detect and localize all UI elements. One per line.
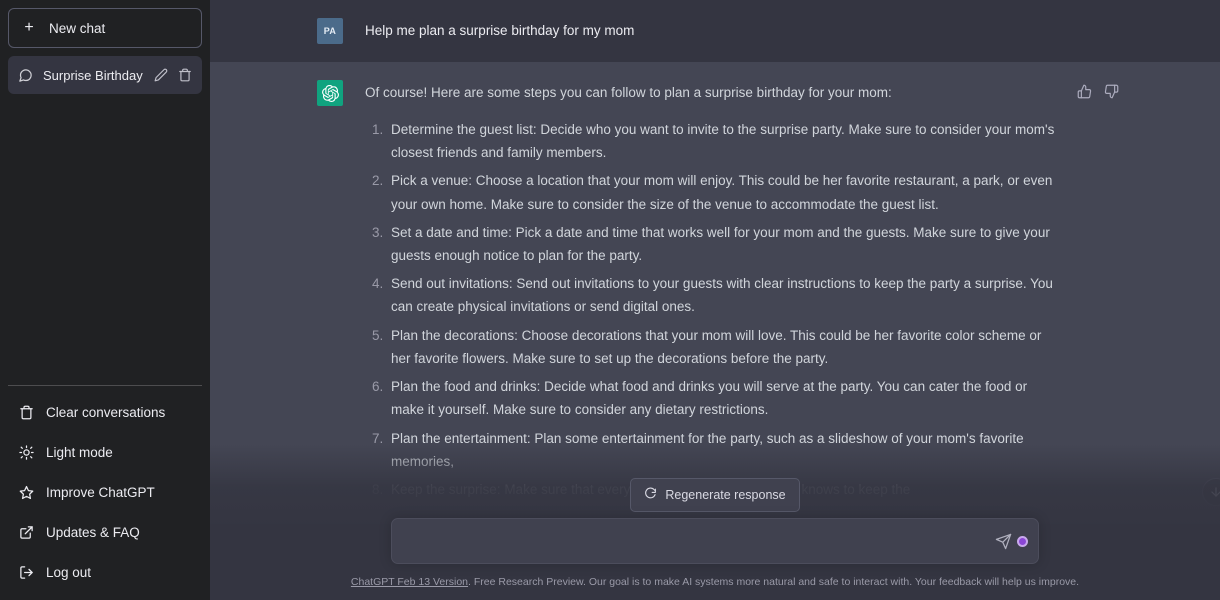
refresh-icon	[644, 487, 657, 503]
assistant-intro-text: Of course! Here are some steps you can f…	[365, 85, 892, 100]
record-dot-icon[interactable]	[1017, 535, 1028, 547]
list-item: Set a date and time: Pick a date and tim…	[387, 221, 1055, 267]
new-chat-label: New chat	[49, 20, 106, 36]
message-actions	[1077, 80, 1125, 506]
list-item: Determine the guest list: Decide who you…	[387, 118, 1055, 164]
composer-wrap	[210, 518, 1220, 565]
list-item: Send out invitations: Send out invitatio…	[387, 272, 1055, 318]
sidebar-footer-menu: Clear conversations Light mode Improve C…	[8, 385, 202, 592]
message-square-icon	[18, 68, 33, 83]
send-icon[interactable]	[995, 533, 1012, 550]
trash-icon[interactable]	[178, 68, 192, 82]
version-link[interactable]: ChatGPT Feb 13 Version	[351, 576, 468, 588]
regenerate-response-label: Regenerate response	[665, 488, 786, 503]
thumbs-down-icon[interactable]	[1104, 84, 1119, 99]
external-link-icon	[18, 524, 34, 540]
conversation-item-surprise-birthday[interactable]: Surprise Birthday Planni	[8, 56, 202, 94]
trash-icon	[18, 404, 34, 420]
new-chat-button[interactable]: + New chat	[8, 8, 202, 48]
regenerate-row: Regenerate response	[210, 478, 1220, 513]
logout-icon	[18, 564, 34, 580]
menu-item-clear-conversations[interactable]: Clear conversations	[8, 392, 202, 432]
composer	[391, 518, 1039, 565]
sidebar: + New chat Surprise Birthday Planni	[0, 0, 210, 600]
menu-item-label: Improve ChatGPT	[46, 484, 155, 500]
menu-item-label: Light mode	[46, 444, 113, 460]
list-item: Pick a venue: Choose a location that you…	[387, 169, 1055, 215]
footer-disclaimer-text: . Free Research Preview. Our goal is to …	[468, 576, 1080, 589]
main-panel: PA Help me plan a surprise birthday for …	[210, 0, 1220, 600]
user-message-text: Help me plan a surprise birthday for my …	[365, 23, 635, 38]
user-message-row: PA Help me plan a surprise birthday for …	[210, 0, 1220, 62]
menu-item-label: Log out	[46, 564, 92, 580]
menu-item-log-out[interactable]: Log out	[8, 552, 202, 592]
menu-item-updates-faq[interactable]: Updates & FAQ	[8, 512, 202, 552]
conversation-title: Surprise Birthday Planni	[43, 67, 144, 83]
conversation-list: Surprise Birthday Planni	[8, 56, 202, 94]
menu-item-label: Updates & FAQ	[46, 524, 140, 540]
message-input[interactable]	[392, 519, 1038, 564]
chatgpt-logo-icon	[317, 80, 343, 106]
sun-icon	[18, 444, 34, 460]
assistant-message-body: Of course! Here are some steps you can f…	[365, 80, 1055, 506]
avatar: PA	[317, 18, 343, 44]
menu-item-improve-chatgpt[interactable]: Improve ChatGPT	[8, 472, 202, 512]
composer-area: Regenerate response ChatGPT Feb 13 Versi…	[210, 444, 1220, 600]
pencil-icon[interactable]	[154, 68, 168, 82]
list-item: Plan the decorations: Choose decorations…	[387, 324, 1055, 370]
footer-disclaimer: ChatGPT Feb 13 Version. Free Research Pr…	[210, 564, 1220, 600]
star-icon	[18, 484, 34, 500]
plus-icon: +	[24, 19, 34, 36]
menu-item-label: Clear conversations	[46, 404, 166, 420]
thumbs-up-icon[interactable]	[1077, 84, 1092, 99]
menu-item-light-mode[interactable]: Light mode	[8, 432, 202, 472]
send-group	[995, 533, 1028, 550]
regenerate-response-button[interactable]: Regenerate response	[630, 478, 800, 513]
chatgpt-app: + New chat Surprise Birthday Planni	[0, 0, 1220, 600]
list-item: Plan the food and drinks: Decide what fo…	[387, 375, 1055, 421]
